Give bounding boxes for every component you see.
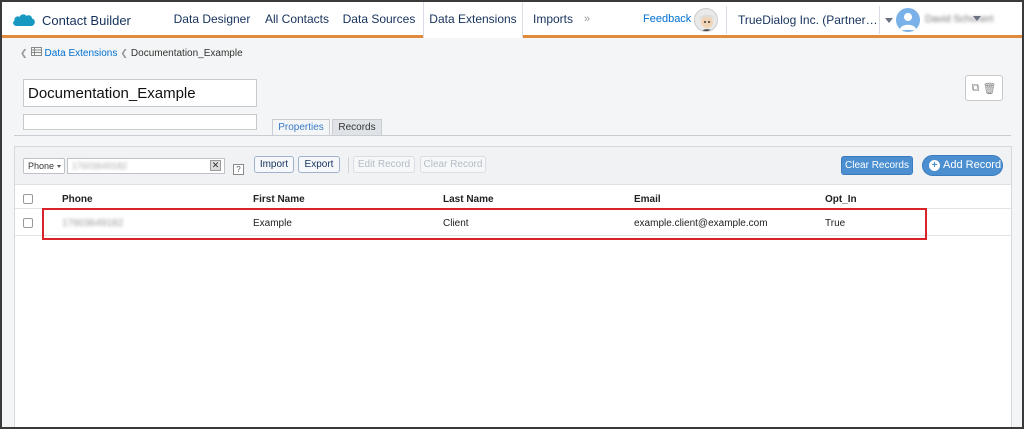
filter-field-select[interactable]: Phone xyxy=(23,158,65,174)
clear-record-button[interactable]: Clear Record xyxy=(420,156,486,173)
grid-header: Phone First Name Last Name Email Opt_In xyxy=(15,187,1011,209)
cell-first-name: Example xyxy=(253,218,292,229)
trash-icon[interactable]: 🗑 xyxy=(982,82,996,95)
nav-divider xyxy=(879,6,880,34)
edit-record-button[interactable]: Edit Record xyxy=(353,156,415,173)
copy-icon[interactable]: ⧉ xyxy=(972,82,980,95)
einstein-avatar-icon[interactable] xyxy=(694,8,718,32)
breadcrumb-separator-icon: ❮ xyxy=(120,47,128,58)
filter-value-input[interactable]: 17603649182 xyxy=(67,158,225,174)
toolbar-divider xyxy=(348,157,349,173)
tab-imports[interactable]: Imports xyxy=(528,2,578,35)
org-name: TrueDialog Inc. (Partner… xyxy=(738,13,878,27)
tab-data-extensions[interactable]: Data Extensions xyxy=(423,2,523,38)
chevron-down-icon[interactable] xyxy=(973,16,981,21)
column-header-last-name[interactable]: Last Name xyxy=(443,194,494,205)
select-all-checkbox[interactable] xyxy=(23,194,33,204)
column-header-opt-in[interactable]: Opt_In xyxy=(825,194,857,205)
app-window: Contact Builder Data Designer All Contac… xyxy=(0,0,1024,429)
tab-properties[interactable]: Properties xyxy=(272,119,330,136)
column-header-email[interactable]: Email xyxy=(634,194,661,205)
help-icon[interactable]: ? xyxy=(233,164,244,175)
import-button[interactable]: Import xyxy=(254,156,294,173)
more-tabs-icon[interactable]: » xyxy=(584,13,590,25)
cell-phone: 17603649182 xyxy=(62,218,124,229)
plus-icon: + xyxy=(929,160,940,171)
filter-field-value: Phone xyxy=(28,161,55,171)
cell-opt-in: True xyxy=(825,218,846,229)
records-panel: Phone 17603649182 ✕ ? Import Export Edit… xyxy=(14,146,1012,427)
column-header-phone[interactable]: Phone xyxy=(62,194,93,205)
breadcrumb-current: Documentation_Example xyxy=(130,47,243,59)
tab-all-contacts[interactable]: All Contacts xyxy=(260,2,334,35)
data-extension-description-field[interactable] xyxy=(23,114,257,130)
row-checkbox[interactable] xyxy=(23,218,33,228)
table-row[interactable]: 17603649182 Example Client example.clien… xyxy=(15,209,1011,236)
top-navigation: Contact Builder Data Designer All Contac… xyxy=(2,2,1022,38)
extension-actions: ⧉ 🗑 xyxy=(965,75,1003,101)
add-record-label: Add Record xyxy=(943,159,1002,171)
tab-data-sources[interactable]: Data Sources xyxy=(338,2,420,35)
org-switcher[interactable]: TrueDialog Inc. (Partner… xyxy=(738,13,893,27)
cell-last-name: Client xyxy=(443,218,469,229)
nav-divider xyxy=(726,6,727,34)
filter-value-text: 17603649182 xyxy=(72,161,128,171)
export-button[interactable]: Export xyxy=(298,156,340,173)
user-name[interactable]: David Schonert xyxy=(925,14,993,25)
breadcrumb-data-extensions[interactable]: Data Extensions xyxy=(45,48,118,59)
clear-filter-icon[interactable]: ✕ xyxy=(210,160,221,171)
tab-divider xyxy=(14,135,1011,136)
tab-records[interactable]: Records xyxy=(332,119,382,136)
back-chevron-icon: ❮ xyxy=(20,47,28,58)
salesforce-cloud-icon xyxy=(12,12,36,28)
user-avatar-icon[interactable] xyxy=(896,8,920,32)
clear-records-button[interactable]: Clear Records xyxy=(841,156,913,175)
data-extension-name-field[interactable]: Documentation_Example xyxy=(23,79,257,107)
column-header-first-name[interactable]: First Name xyxy=(253,194,305,205)
app-title: Contact Builder xyxy=(42,12,131,28)
feedback-link[interactable]: Feedback xyxy=(643,13,691,25)
chevron-down-icon xyxy=(884,18,893,24)
data-extensions-list-icon xyxy=(30,47,42,59)
brand[interactable]: Contact Builder xyxy=(12,9,131,31)
records-toolbar: Phone 17603649182 ✕ ? Import Export Edit… xyxy=(15,147,1011,185)
cell-email: example.client@example.com xyxy=(634,218,768,229)
tab-data-designer[interactable]: Data Designer xyxy=(168,2,256,35)
breadcrumb: ❮ Data Extensions ❮ Documentation_Exampl… xyxy=(20,47,243,59)
chevron-down-icon xyxy=(57,165,61,168)
add-record-button[interactable]: + Add Record xyxy=(922,155,1003,176)
